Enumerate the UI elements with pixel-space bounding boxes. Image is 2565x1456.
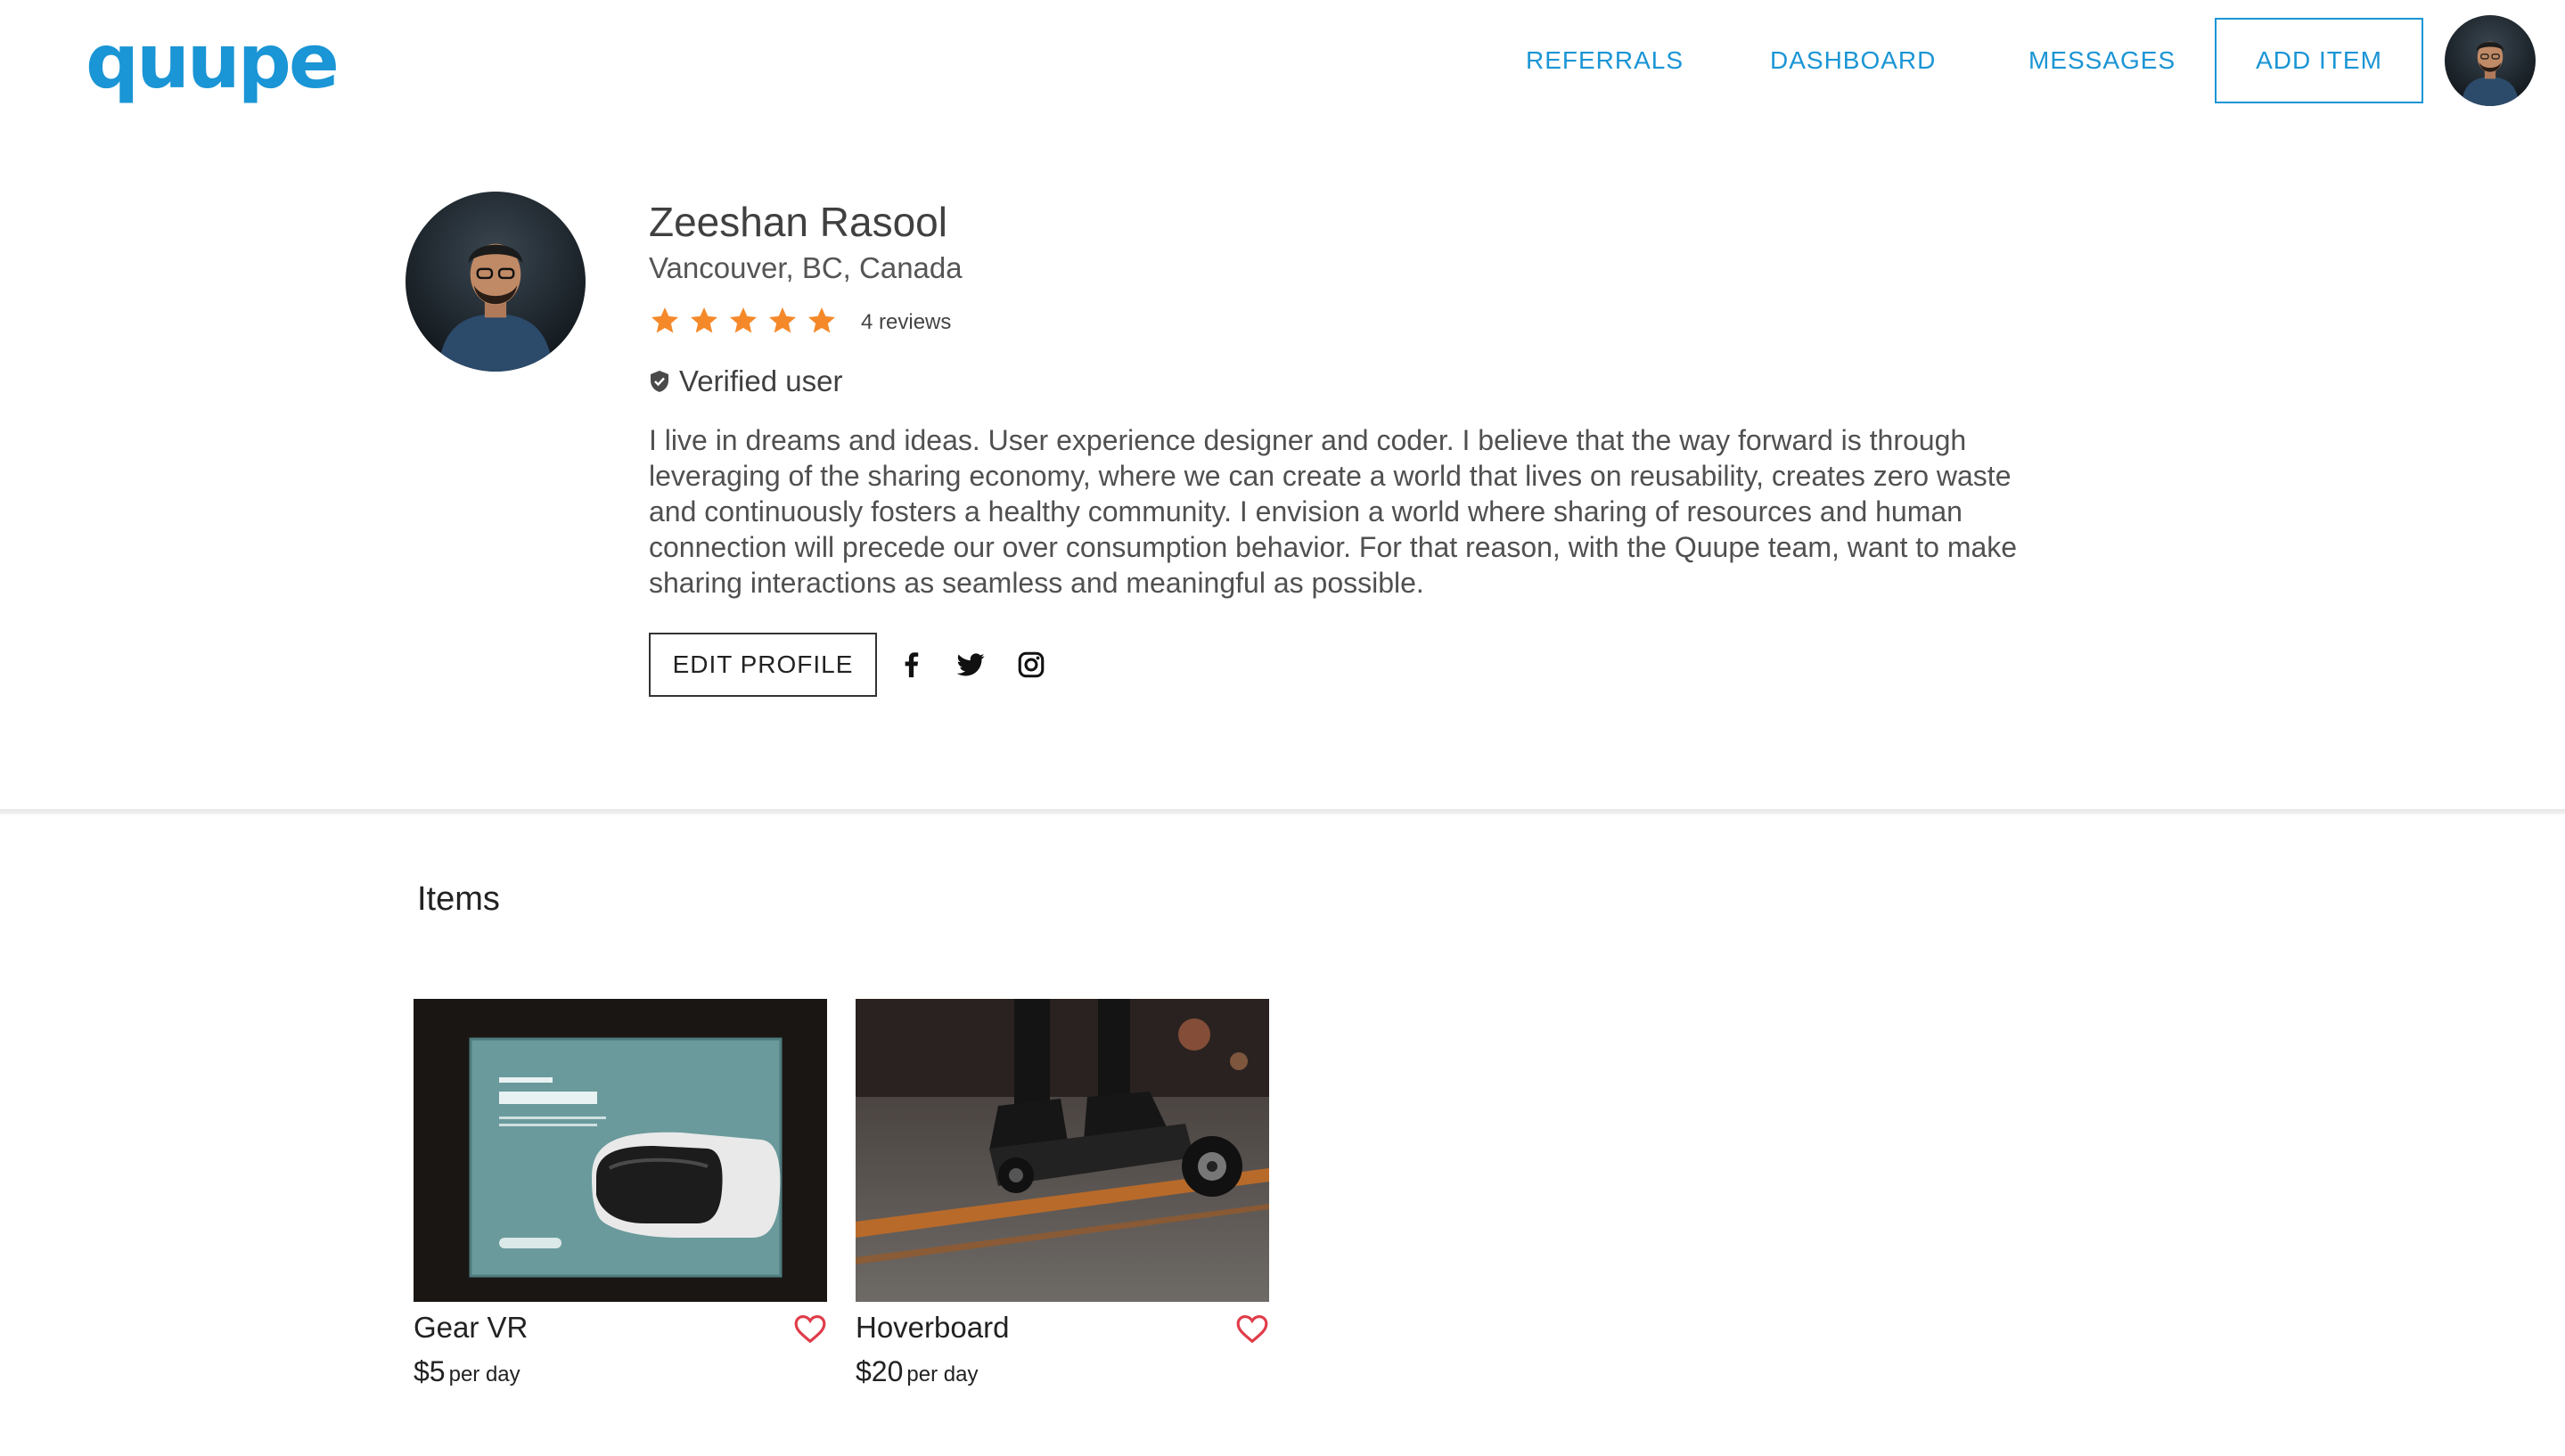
add-item-button[interactable]: ADD ITEM	[2215, 18, 2423, 103]
gear-vr-box-photo-icon	[414, 999, 827, 1302]
items-heading: Items	[417, 880, 500, 918]
star-icon	[651, 307, 678, 333]
top-nav: quupe REFERRALS DASHBOARD MESSAGES ADD I…	[0, 0, 2565, 125]
quupe-logo[interactable]: quupe	[86, 12, 340, 110]
twitter-link[interactable]	[955, 649, 987, 681]
facebook-link[interactable]	[896, 649, 928, 681]
nav-dashboard[interactable]: DASHBOARD	[1770, 39, 1936, 82]
star-icon	[691, 307, 717, 333]
edit-profile-button[interactable]: EDIT PROFILE	[649, 633, 877, 697]
nav-referrals[interactable]: REFERRALS	[1526, 39, 1684, 82]
profile-page: quupe REFERRALS DASHBOARD MESSAGES ADD I…	[0, 0, 2565, 1456]
avatar-icon	[2445, 15, 2536, 106]
item-price: $5 per day	[414, 1355, 520, 1388]
reviews-count[interactable]: 4 reviews	[861, 310, 951, 335]
instagram-icon	[1018, 651, 1045, 678]
nav-messages[interactable]: MESSAGES	[2028, 39, 2176, 82]
item-image-gear-vr[interactable]	[414, 999, 827, 1302]
hoverboard-photo-icon	[856, 999, 1269, 1302]
item-title[interactable]: Gear VR	[414, 1311, 528, 1345]
price-unit: per day	[448, 1362, 520, 1386]
section-divider	[0, 809, 2565, 814]
profile-location: Vancouver, BC, Canada	[649, 251, 963, 284]
star-icon	[769, 307, 796, 333]
profile-name: Zeeshan Rasool	[649, 199, 947, 245]
verified-label: Verified user	[679, 364, 843, 397]
item-price: $20 per day	[856, 1355, 978, 1388]
star-rating	[649, 299, 845, 342]
verified-badge: Verified user	[649, 360, 842, 403]
heart-icon	[1236, 1314, 1268, 1344]
facebook-icon	[905, 652, 919, 678]
favorite-button[interactable]	[1235, 1313, 1269, 1345]
instagram-link[interactable]	[1015, 649, 1047, 681]
item-title[interactable]: Hoverboard	[856, 1311, 1009, 1345]
item-card[interactable]: Hoverboard $20 per day	[856, 999, 1269, 1409]
price-value: $5	[414, 1355, 446, 1387]
twitter-icon	[956, 653, 985, 676]
star-icon	[730, 307, 757, 333]
item-image-hoverboard[interactable]	[856, 999, 1269, 1302]
price-unit: per day	[906, 1362, 979, 1386]
avatar-icon	[406, 192, 586, 372]
heart-icon	[794, 1314, 826, 1344]
profile-bio: I live in dreams and ideas. User experie…	[649, 424, 2018, 599]
star-icon	[808, 307, 835, 333]
user-avatar-menu[interactable]	[2445, 15, 2536, 106]
price-value: $20	[856, 1355, 904, 1387]
profile-avatar	[406, 192, 586, 372]
favorite-button[interactable]	[793, 1313, 827, 1345]
shield-check-icon	[651, 371, 668, 392]
item-card[interactable]: Gear VR $5 per day	[414, 999, 827, 1409]
